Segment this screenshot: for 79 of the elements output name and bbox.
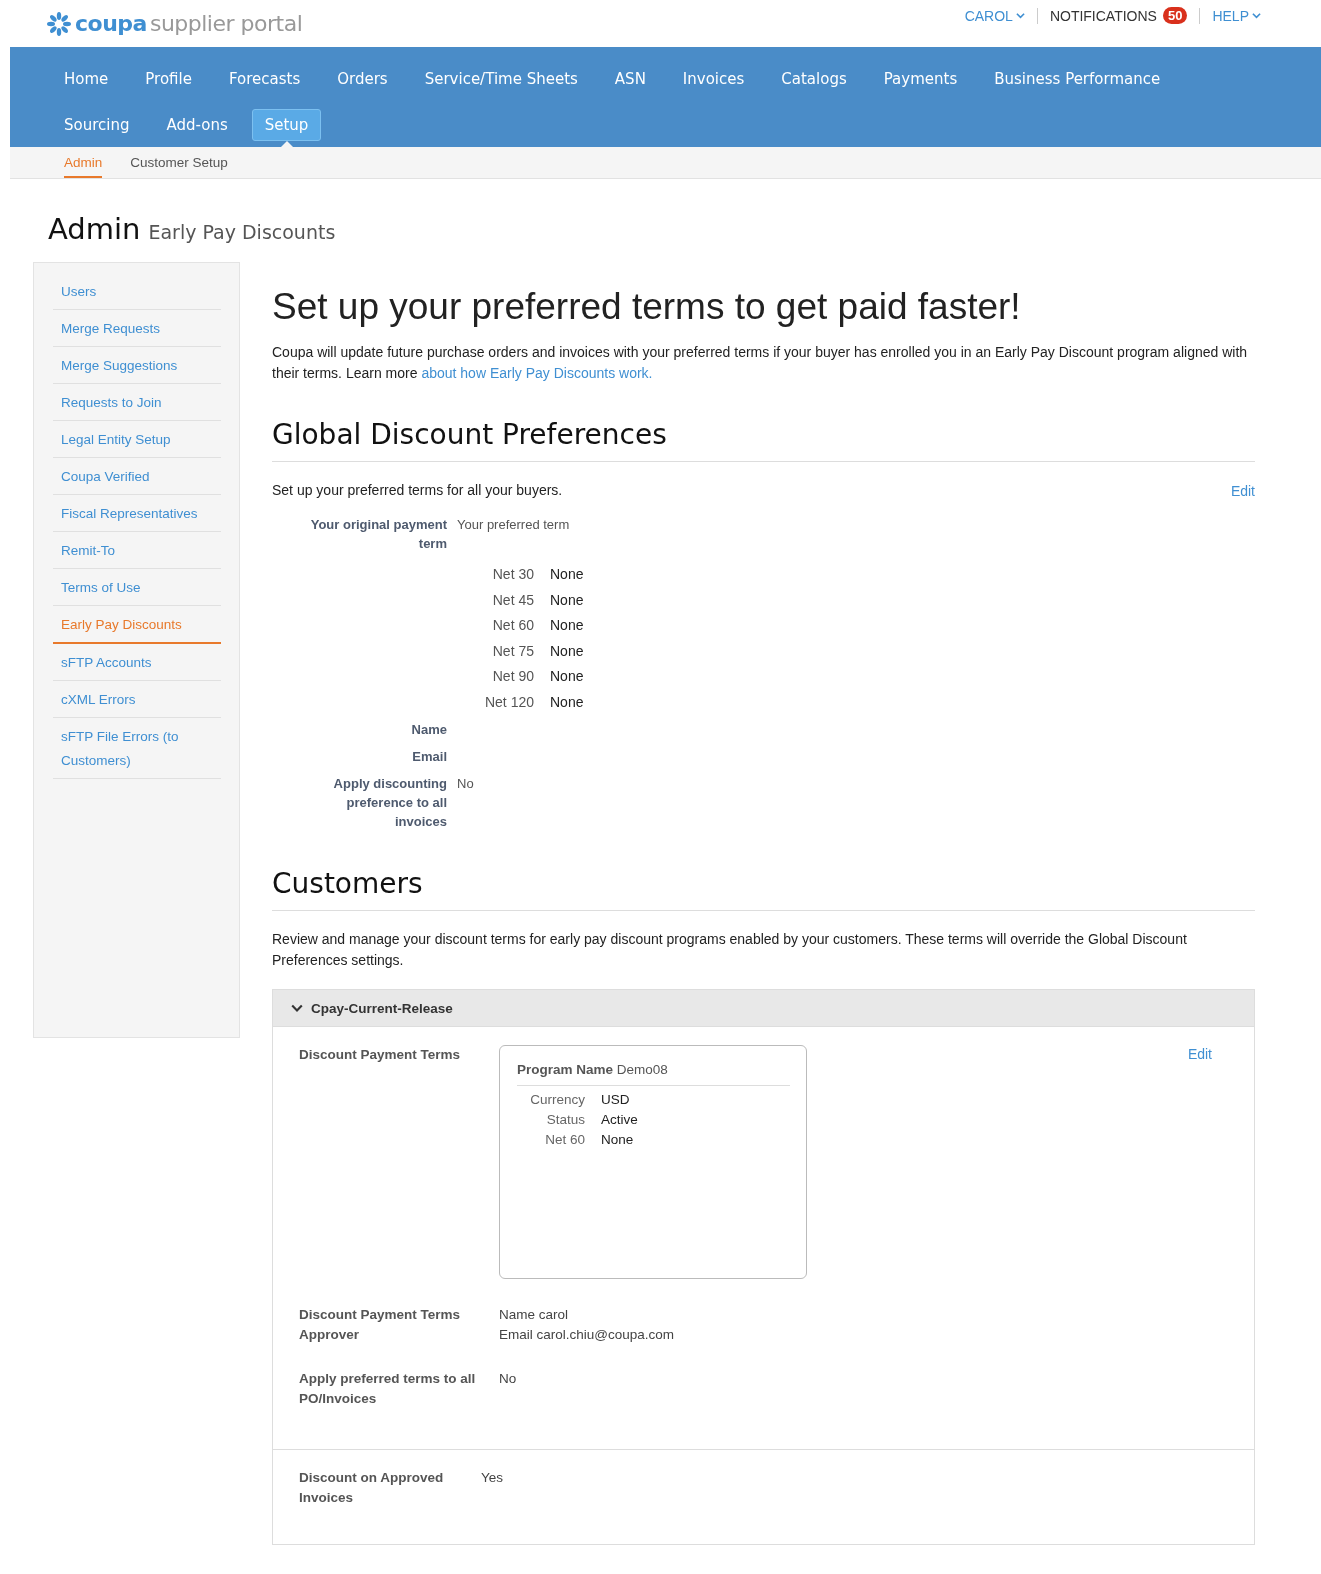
preferred-term: None (550, 667, 585, 686)
sidebar-item[interactable]: Remit-To (53, 532, 221, 569)
program-field-label: Currency (529, 1092, 585, 1107)
user-menu[interactable]: CAROL (964, 7, 1025, 24)
nav-tab[interactable]: Profile (132, 63, 205, 95)
preferred-term: None (550, 641, 585, 661)
field-label: Your original payment term (309, 516, 447, 553)
nav-tab[interactable]: ASN (601, 63, 659, 95)
intro-text: Coupa will update future purchase orders and invoices with your preferred terms if your buyer has enrolled you in an Early Pay Discount program aligned with their terms. Learn more about how Early Pay Discounts work. (272, 343, 1249, 383)
section-heading: Global Discount Preferences (272, 418, 1255, 462)
subnav-tab[interactable]: Customer Setup (130, 147, 228, 176)
nav-tab[interactable]: Home (51, 63, 122, 95)
approver-name: Name carol (499, 1306, 570, 1324)
preferred-term: None (550, 590, 585, 610)
section-heading: Customers (272, 867, 1255, 911)
sidebar-item[interactable]: Terms of Use (53, 569, 221, 606)
column-header: Your preferred term (457, 516, 571, 534)
learn-more-link[interactable]: about how Early Pay Discounts work. (421, 365, 653, 381)
page-subtitle: Early Pay Discounts (148, 221, 336, 243)
field-value: No (457, 775, 475, 793)
program-field-value: None (601, 1132, 635, 1147)
payment-term: Net 45 (491, 590, 534, 610)
program-name: Program Name Demo08 (517, 1062, 790, 1086)
nav-tab[interactable]: Forecasts (215, 63, 314, 95)
payment-term: Net 90 (491, 667, 534, 686)
sidebar-item[interactable]: Users (53, 273, 221, 310)
notification-count: 50 (1162, 7, 1188, 24)
main-heading: Set up your preferred terms to get paid faster! (272, 286, 1022, 328)
nav-tab[interactable]: Sourcing (51, 109, 143, 141)
field-label: Email (411, 748, 447, 766)
program-field-value: Active (601, 1112, 639, 1127)
product-name: supplier portal (149, 11, 303, 36)
sidebar-item[interactable]: Merge Requests (53, 310, 221, 347)
sidebar-item[interactable]: Merge Suggestions (53, 347, 221, 384)
nav-tab[interactable]: Catalogs (768, 63, 860, 95)
field-value: Yes (481, 1469, 505, 1487)
section-description: Set up your preferred terms for all your buyers. (272, 481, 563, 500)
payment-term: Net 75 (491, 641, 534, 661)
sidebar-item[interactable]: Early Pay Discounts (53, 606, 221, 644)
field-label: Name (410, 721, 447, 739)
sidebar-item[interactable]: cXML Errors (53, 681, 221, 718)
payment-term: Net 30 (491, 565, 534, 584)
help-menu[interactable]: HELP (1212, 7, 1261, 24)
preferred-term: None (550, 692, 585, 712)
sidebar-item[interactable]: Requests to Join (53, 384, 221, 421)
payment-term: Net 120 (483, 692, 534, 712)
sidebar-item[interactable]: Legal Entity Setup (53, 421, 221, 458)
program-field-value: USD (601, 1092, 631, 1107)
preferred-term: None (550, 565, 585, 584)
nav-tab[interactable]: Payments (870, 63, 971, 95)
brand-logo[interactable]: coupa (75, 11, 147, 36)
sidebar-item[interactable]: sFTP File Errors (to Customers) (53, 718, 221, 779)
program-field-label: Status (545, 1112, 585, 1127)
nav-tab[interactable]: Invoices (669, 63, 758, 95)
sidebar-item[interactable]: sFTP Accounts (53, 644, 221, 681)
nav-tab[interactable]: Orders (324, 63, 401, 95)
notifications-link[interactable]: NOTIFICATIONS 50 (1049, 7, 1188, 24)
program-field-label: Net 60 (544, 1132, 585, 1147)
nav-tab[interactable]: Business Performance (981, 63, 1174, 95)
sidebar-item[interactable]: Coupa Verified (53, 458, 221, 495)
nav-tab[interactable]: Service/Time Sheets (411, 63, 591, 95)
field-label: Apply discounting preference to all invoices (332, 775, 447, 831)
field-label: Discount Payment Terms (299, 1046, 462, 1064)
subnav-tab[interactable]: Admin (64, 147, 103, 178)
page-title: Admin (48, 212, 141, 246)
field-label: Discount on Approved Invoices (299, 1469, 445, 1507)
preferred-term: None (550, 616, 585, 635)
sidebar-item[interactable]: Fiscal Representatives (53, 495, 221, 532)
field-label: Apply preferred terms to all PO/Invoices (299, 1370, 477, 1408)
nav-tab[interactable]: Setup (251, 109, 322, 141)
nav-tab[interactable]: Add-ons (153, 109, 241, 141)
customer-panel-header[interactable]: Cpay-Current-Release (273, 990, 1254, 1027)
payment-term: Net 60 (491, 616, 534, 635)
edit-link[interactable]: Edit (1187, 1046, 1212, 1062)
section-description: Review and manage your discount terms for early pay discount programs enabled by your customers. These terms will override the Global Discount Preferences settings. (272, 930, 1188, 970)
field-value: No (499, 1370, 518, 1388)
edit-link[interactable]: Edit (1230, 482, 1255, 499)
field-label: Discount Payment Terms Approver (299, 1306, 462, 1344)
approver-email: Email carol.chiu@coupa.com (499, 1326, 676, 1344)
